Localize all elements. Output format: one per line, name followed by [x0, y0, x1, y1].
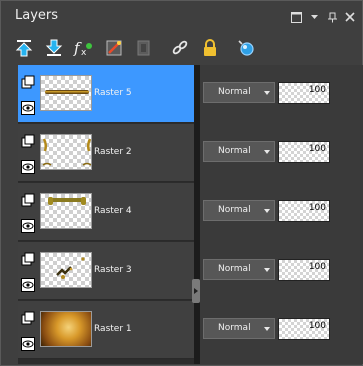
layer-props-row: Normal 100	[200, 65, 363, 123]
layer-type-icon	[21, 75, 35, 89]
chevron-down-icon	[264, 91, 270, 95]
properties-icon[interactable]	[235, 37, 257, 59]
layer-props-row: Normal 100	[200, 183, 363, 241]
layer-type-icon	[21, 134, 35, 148]
chevron-down-icon	[264, 268, 270, 272]
layer-type-icon	[21, 311, 35, 325]
opacity-field[interactable]: 100	[278, 200, 330, 222]
blend-mode-dropdown[interactable]: Normal	[203, 141, 275, 162]
opacity-value: 100	[308, 203, 326, 213]
opacity-field[interactable]: 100	[278, 141, 330, 163]
blend-mode-value: Normal	[218, 205, 251, 215]
blend-mode-dropdown[interactable]: Normal	[203, 318, 275, 339]
opacity-value: 100	[308, 321, 326, 331]
layer-props-row: Normal 100	[200, 242, 363, 300]
layer-name: Raster 1	[94, 324, 132, 334]
layer-list: Raster 5 Raster 2 Raster 4 Raster 3 Rast…	[18, 65, 194, 364]
move-layer-down-icon[interactable]	[43, 37, 65, 59]
layer-row-raster-1[interactable]: Raster 1	[18, 301, 194, 359]
chevron-down-icon	[264, 209, 270, 213]
layer-thumbnail	[40, 311, 92, 347]
layer-name: Raster 5	[94, 88, 132, 98]
panel-menu-icon[interactable]	[290, 11, 302, 23]
layer-name: Raster 2	[94, 147, 132, 157]
svg-text:x: x	[81, 48, 87, 58]
visibility-toggle-icon[interactable]	[103, 37, 125, 59]
opacity-value: 100	[308, 262, 326, 272]
move-layer-up-icon[interactable]	[13, 37, 35, 59]
layer-type-icon	[21, 193, 35, 207]
opacity-value: 100	[308, 85, 326, 95]
layer-effects-icon[interactable]: fx	[73, 37, 95, 59]
chevron-down-icon	[264, 150, 270, 154]
visibility-eye-icon[interactable]	[21, 278, 35, 292]
layer-thumbnail	[40, 193, 92, 229]
layer-thumbnail	[40, 134, 92, 170]
dropdown-arrow-icon[interactable]	[308, 11, 320, 23]
visibility-eye-icon[interactable]	[21, 219, 35, 233]
layer-row-raster-5[interactable]: Raster 5	[18, 65, 194, 123]
blend-mode-value: Normal	[218, 146, 251, 156]
blend-mode-dropdown[interactable]: Normal	[203, 82, 275, 103]
layer-props-row: Normal 100	[200, 124, 363, 182]
link-icon[interactable]	[169, 37, 191, 59]
layer-type-icon	[21, 252, 35, 266]
blend-mode-dropdown[interactable]: Normal	[203, 259, 275, 280]
mask-icon[interactable]	[133, 37, 155, 59]
panel-titlebar: Layers	[1, 1, 362, 31]
pin-icon[interactable]	[326, 11, 338, 23]
splitter-grip-arrow-icon[interactable]	[192, 279, 200, 303]
layer-properties-column: Normal 100 Normal 100 Normal 100 Normal …	[200, 65, 363, 364]
layer-row-raster-3[interactable]: Raster 3	[18, 242, 194, 300]
visibility-eye-icon[interactable]	[21, 101, 35, 115]
layer-thumbnail	[40, 252, 92, 288]
blend-mode-value: Normal	[218, 264, 251, 274]
opacity-field[interactable]: 100	[278, 82, 330, 104]
panel-title: Layers	[15, 8, 59, 23]
opacity-field[interactable]: 100	[278, 318, 330, 340]
layer-row-raster-2[interactable]: Raster 2	[18, 124, 194, 182]
layer-name: Raster 3	[94, 265, 132, 275]
layer-name: Raster 4	[94, 206, 132, 216]
blend-mode-value: Normal	[218, 87, 251, 97]
chevron-down-icon	[264, 327, 270, 331]
blend-mode-dropdown[interactable]: Normal	[203, 200, 275, 221]
lock-icon[interactable]	[199, 37, 221, 59]
visibility-eye-icon[interactable]	[21, 160, 35, 174]
layer-thumbnail	[40, 75, 92, 111]
opacity-value: 100	[308, 144, 326, 154]
layers-panel: Layers fx Raster 5 Raster 2 Raster 4 Ras…	[0, 0, 363, 366]
opacity-field[interactable]: 100	[278, 259, 330, 281]
visibility-eye-icon[interactable]	[21, 337, 35, 351]
layers-toolbar: fx	[13, 35, 257, 61]
close-icon[interactable]	[344, 11, 356, 23]
layer-row-raster-4[interactable]: Raster 4	[18, 183, 194, 241]
blend-mode-value: Normal	[218, 323, 251, 333]
layer-props-row: Normal 100	[200, 301, 363, 359]
